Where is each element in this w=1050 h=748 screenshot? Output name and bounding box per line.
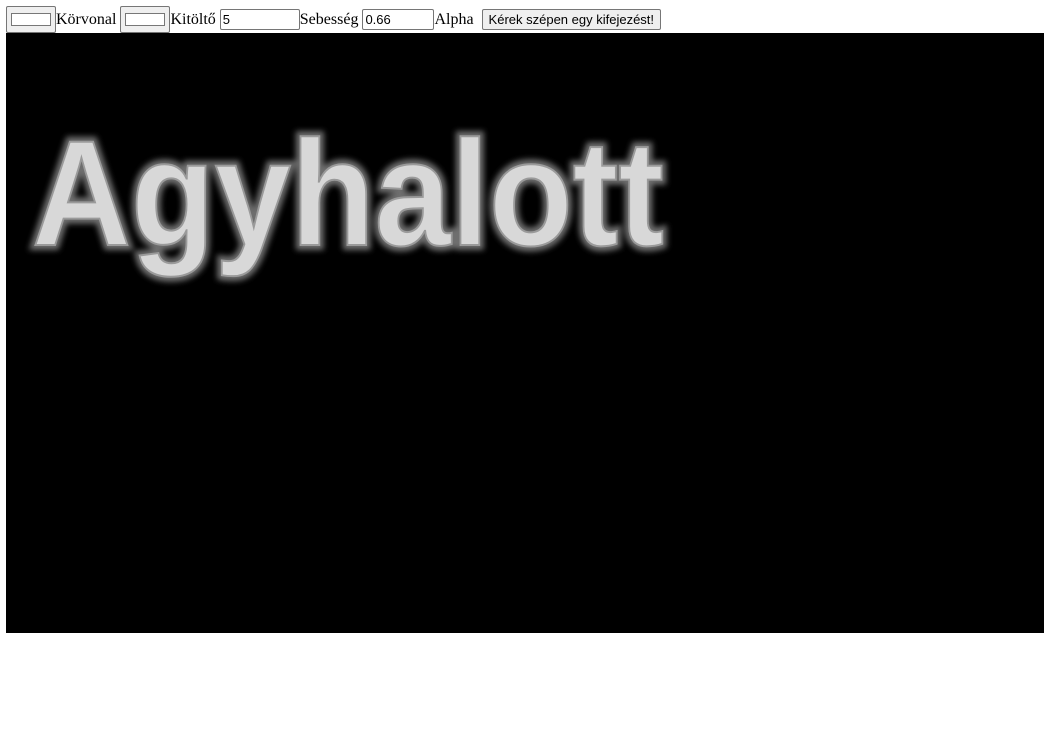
phrase-text: Agyhalott xyxy=(32,109,664,277)
stroke-color-swatch xyxy=(11,13,51,26)
stroke-color-picker[interactable] xyxy=(6,6,56,33)
fill-color-picker[interactable] xyxy=(120,6,171,33)
fill-color-label: Kitöltő xyxy=(170,11,216,28)
alpha-input[interactable] xyxy=(362,9,435,30)
toolbar: Körvonal Kitöltő Sebesség Alpha Kérek sz… xyxy=(6,6,662,33)
speed-input[interactable] xyxy=(219,9,300,30)
request-phrase-button[interactable]: Kérek szépen egy kifejezést! xyxy=(481,9,662,30)
alpha-label: Alpha xyxy=(434,11,474,28)
stroke-color-label: Körvonal xyxy=(56,11,117,28)
drawing-canvas[interactable]: Agyhalott Agyhalott xyxy=(6,33,1044,633)
fill-color-swatch xyxy=(125,13,166,26)
speed-label: Sebesség xyxy=(299,11,359,28)
canvas-drawing: Agyhalott Agyhalott xyxy=(27,104,669,282)
